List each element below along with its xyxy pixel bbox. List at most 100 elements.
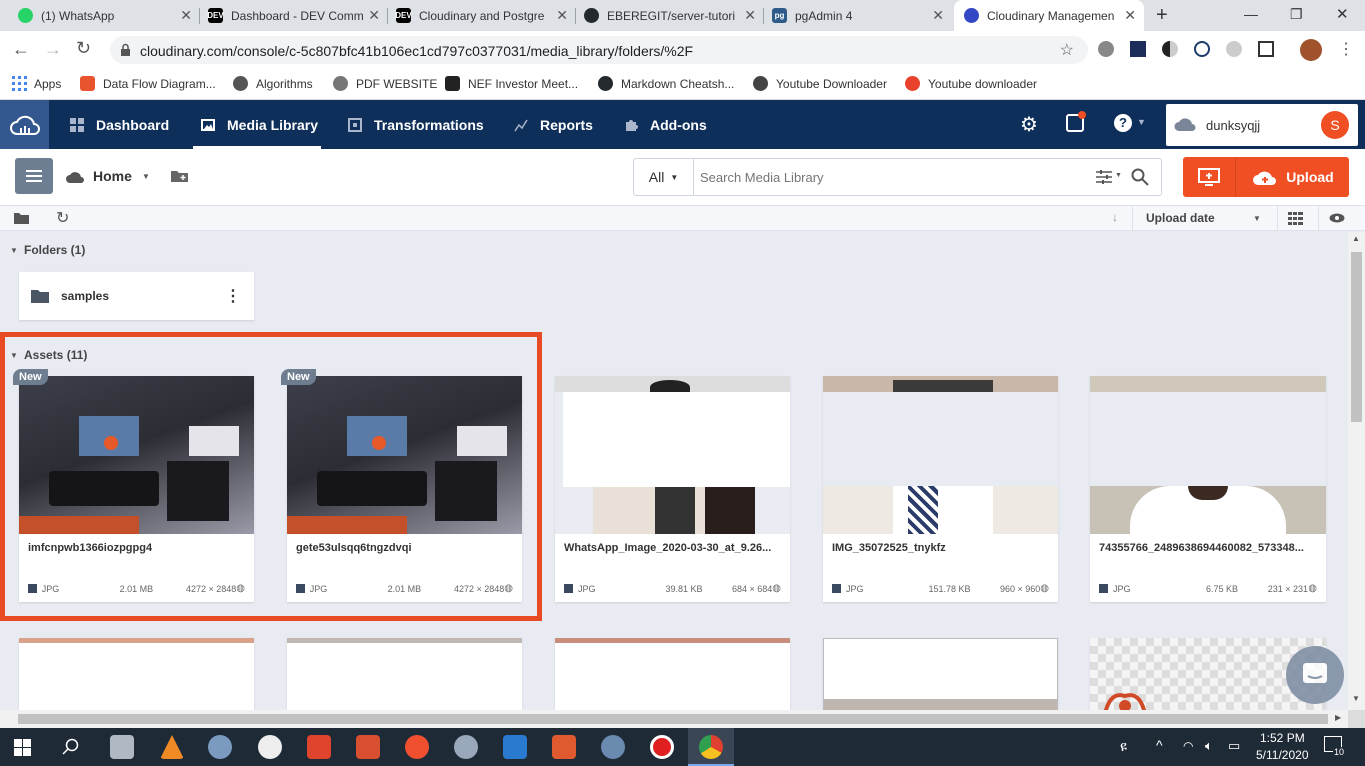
asset-card[interactable] <box>19 638 254 710</box>
folder-menu-icon[interactable]: ⋮ <box>225 286 241 306</box>
browser-tab[interactable]: DEV Dashboard - DEV Comm ✕ <box>198 0 388 31</box>
bookmark-star-icon[interactable]: ☆ <box>1060 40 1074 60</box>
chrome-icon[interactable] <box>699 735 723 759</box>
help-icon[interactable]: ? <box>1114 114 1132 132</box>
browser-tab[interactable]: EBEREGIT/server-tutori ✕ <box>574 0 764 31</box>
recorder-icon[interactable] <box>650 735 674 759</box>
nav-media-library[interactable]: Media Library <box>201 100 318 149</box>
battery-icon[interactable]: ▭ <box>1228 738 1240 754</box>
new-tab-button[interactable]: + <box>1156 4 1168 27</box>
forward-icon[interactable]: → <box>44 39 62 60</box>
browser-tab[interactable]: DEV Cloudinary and Postgre ✕ <box>386 0 576 31</box>
search-icon[interactable] <box>62 738 80 756</box>
sort-direction-icon[interactable]: ↓ <box>1112 210 1118 224</box>
extension-icon[interactable] <box>1098 41 1114 57</box>
bookmark-apps[interactable]: Apps <box>12 76 61 91</box>
refresh-icon[interactable]: ↻ <box>56 208 69 228</box>
folder-card[interactable]: samples ⋮ <box>19 272 254 320</box>
reload-icon[interactable]: ↻ <box>76 38 91 59</box>
assets-header[interactable]: Assets (11) <box>24 348 87 362</box>
asset-card[interactable] <box>555 638 790 710</box>
chevron-up-icon[interactable]: ^ <box>1156 737 1163 753</box>
bookmark-item[interactable]: Youtube Downloader <box>753 76 887 91</box>
asset-card[interactable]: imfcnpwb1366iozpgpg4 JPG 2.01 MB 4272 × … <box>19 376 254 602</box>
wifi-icon[interactable]: ◠ <box>1183 739 1193 753</box>
eye-icon[interactable] <box>1329 213 1345 223</box>
extension-icon[interactable] <box>1194 41 1210 57</box>
extension-icon[interactable] <box>1226 41 1242 57</box>
close-tab-icon[interactable]: ✕ <box>744 8 756 22</box>
vlc-icon[interactable] <box>160 735 184 759</box>
browser-tab[interactable]: (1) WhatsApp ✕ <box>8 0 200 31</box>
bookmark-item[interactable]: Markdown Cheatsh... <box>598 76 734 91</box>
bookmark-item[interactable]: Data Flow Diagram... <box>80 76 216 91</box>
asset-card[interactable]: 74355766_2489638694460082_573348... JPG … <box>1090 376 1326 602</box>
chevron-down-icon[interactable]: ▼ <box>1137 117 1146 127</box>
back-icon[interactable]: ← <box>12 39 30 60</box>
clock-date[interactable]: 5/11/2020 <box>1256 748 1309 762</box>
close-tab-icon[interactable]: ✕ <box>556 8 568 22</box>
media-player-icon[interactable] <box>356 735 380 759</box>
breadcrumb-home[interactable]: Home <box>93 168 132 184</box>
bookmark-item[interactable]: NEF Investor Meet... <box>445 76 578 91</box>
app-icon[interactable] <box>208 735 232 759</box>
close-tab-icon[interactable]: ✕ <box>180 8 192 22</box>
search-input[interactable] <box>700 167 1080 187</box>
sidebar-toggle-button[interactable] <box>15 158 53 194</box>
asset-card[interactable] <box>287 638 522 710</box>
chevron-down-icon[interactable]: ▼ <box>1253 214 1261 223</box>
asset-card[interactable]: gete53ulsqq6tngzdvqi JPG 2.01 MB 4272 × … <box>287 376 522 602</box>
settings-gear-icon[interactable]: ⚙ <box>1020 112 1038 137</box>
app-icon[interactable] <box>258 735 282 759</box>
scrollbar-thumb[interactable] <box>18 714 1328 724</box>
asset-card[interactable]: WhatsApp_Image_2020-03-30_at_9.26... JPG… <box>555 376 790 602</box>
collapse-caret-icon[interactable]: ▼ <box>10 246 18 255</box>
asset-card[interactable] <box>823 638 1058 710</box>
menu-kebab-icon[interactable]: ⋮ <box>1338 39 1354 59</box>
nav-reports[interactable]: Reports <box>514 100 593 149</box>
volume-icon[interactable]: 🔈︎ <box>1205 738 1213 754</box>
collapse-caret-icon[interactable]: ▼ <box>10 351 18 360</box>
chevron-down-icon[interactable]: ▼ <box>1115 172 1122 179</box>
windows-start-icon[interactable] <box>14 739 31 756</box>
extension-icon[interactable] <box>1130 41 1146 57</box>
close-tab-icon[interactable]: ✕ <box>932 8 944 22</box>
bookmark-item[interactable]: Youtube downloader <box>905 76 1037 91</box>
nav-add-ons[interactable]: Add-ons <box>624 100 707 149</box>
close-window-icon[interactable]: ✕ <box>1336 5 1349 23</box>
vertical-scrollbar[interactable]: ▲ ▼ <box>1348 232 1365 710</box>
people-icon[interactable]: ዩ <box>1120 738 1127 755</box>
scrollbar-thumb[interactable] <box>1351 252 1362 422</box>
browser-tab-active[interactable]: Cloudinary Managemen ✕ <box>954 0 1144 31</box>
app-icon[interactable] <box>601 735 625 759</box>
horizontal-scrollbar[interactable]: ▶ <box>0 710 1348 728</box>
profile-avatar[interactable] <box>1300 39 1322 61</box>
postgres-icon[interactable] <box>454 735 478 759</box>
clock-time[interactable]: 1:52 PM <box>1260 731 1305 745</box>
sort-dropdown[interactable]: Upload date <box>1146 211 1215 225</box>
nav-dashboard[interactable]: Dashboard <box>70 100 169 149</box>
upload-button[interactable]: Upload <box>1237 157 1349 197</box>
asset-card[interactable]: IMG_35072525_tnykfz JPG 151.78 KB 960 × … <box>823 376 1058 602</box>
close-tab-icon[interactable]: ✕ <box>1124 8 1136 22</box>
filter-sliders-icon[interactable] <box>1096 170 1112 184</box>
folders-header[interactable]: Folders (1) <box>24 243 85 257</box>
app-icon[interactable] <box>552 735 576 759</box>
folder-tree-icon[interactable] <box>14 212 29 224</box>
grid-view-icon[interactable] <box>1288 212 1303 225</box>
minimize-icon[interactable]: — <box>1244 6 1258 22</box>
restore-icon[interactable]: ❐ <box>1290 6 1303 23</box>
extension-icon[interactable] <box>1258 41 1274 57</box>
upload-from-screen-button[interactable] <box>1183 157 1236 197</box>
cloudinary-logo[interactable] <box>0 100 49 149</box>
chevron-down-icon[interactable]: ▼ <box>142 172 150 181</box>
search-icon[interactable] <box>1131 168 1149 186</box>
new-folder-icon[interactable] <box>170 168 189 183</box>
user-avatar[interactable]: S <box>1321 111 1349 139</box>
chat-support-button[interactable] <box>1286 646 1344 704</box>
postman-icon[interactable] <box>405 735 429 759</box>
address-bar[interactable]: cloudinary.com/console/c-5c807bfc41b106e… <box>110 36 1088 64</box>
account-switcher[interactable]: dunksyqjj S <box>1166 104 1358 146</box>
browser-tab[interactable]: pg pgAdmin 4 ✕ <box>762 0 952 31</box>
extension-icon[interactable] <box>1162 41 1178 57</box>
